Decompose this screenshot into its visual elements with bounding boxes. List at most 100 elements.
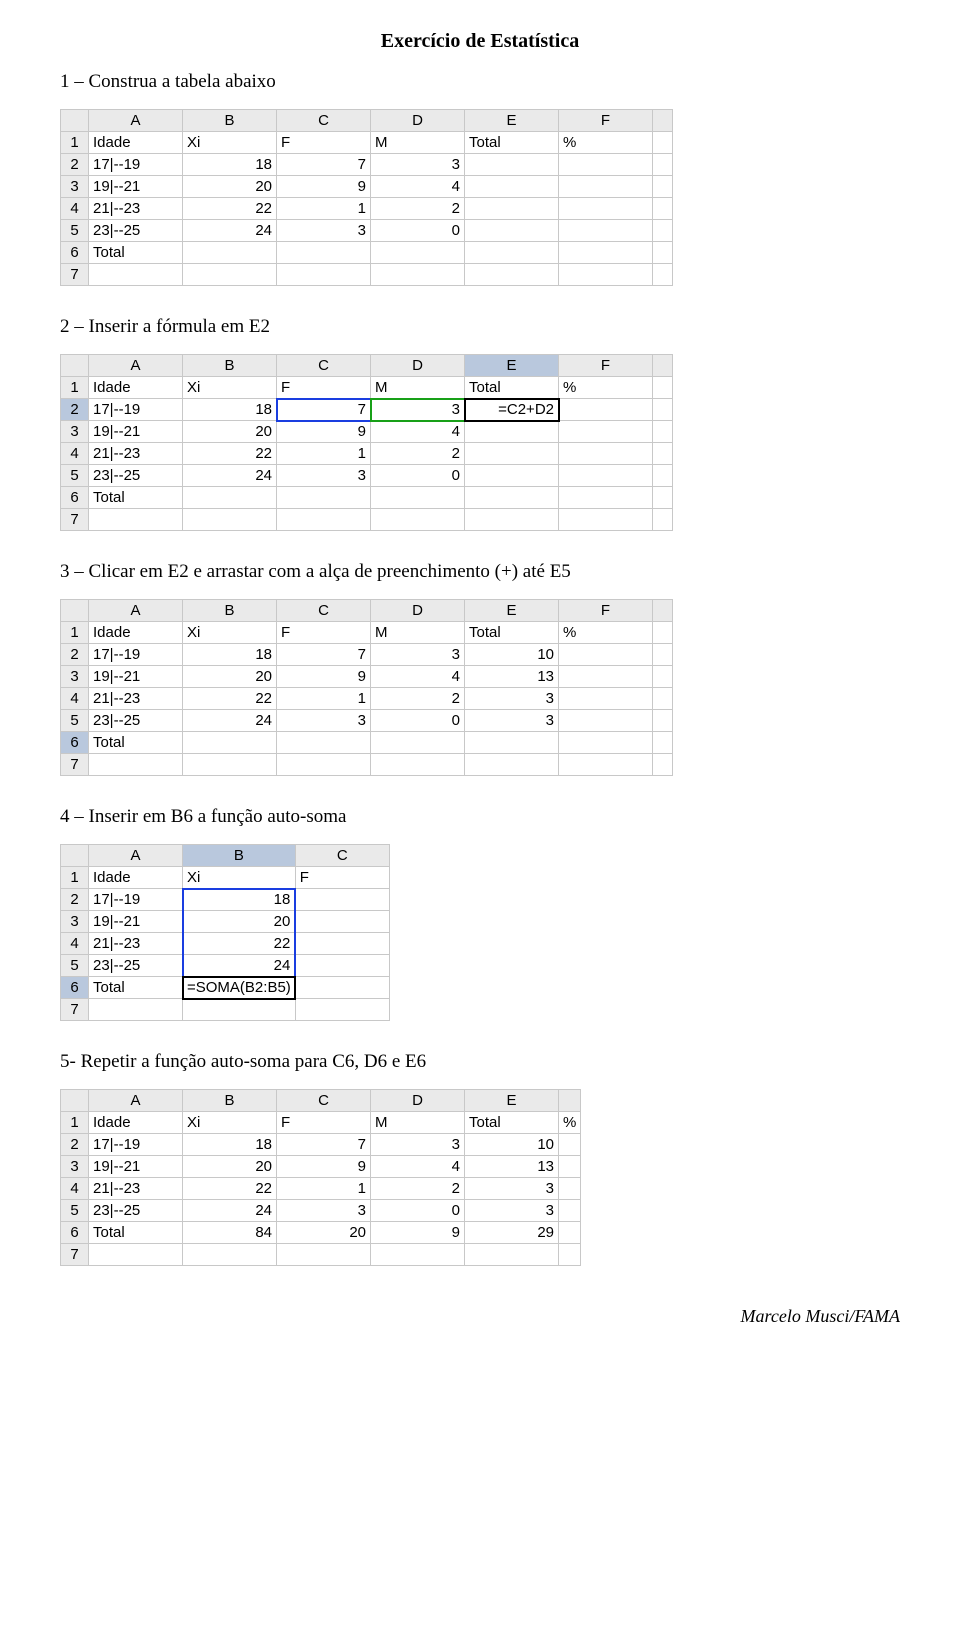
cell[interactable]: 7 — [277, 1134, 371, 1156]
cell-range[interactable]: 20 — [183, 911, 296, 933]
cell[interactable] — [653, 732, 673, 754]
cell[interactable]: 21|--23 — [89, 198, 183, 220]
cell[interactable] — [465, 509, 559, 531]
col-header[interactable]: D — [371, 110, 465, 132]
cell[interactable] — [183, 754, 277, 776]
row-header[interactable]: 1 — [61, 377, 89, 399]
cell[interactable]: Total — [465, 377, 559, 399]
cell[interactable]: Total — [465, 1112, 559, 1134]
cell[interactable]: 3 — [465, 710, 559, 732]
cell[interactable] — [371, 1244, 465, 1266]
cell[interactable] — [465, 198, 559, 220]
cell[interactable] — [183, 264, 277, 286]
row-header[interactable]: 2 — [61, 644, 89, 666]
cell[interactable]: 19|--21 — [89, 911, 183, 933]
cell[interactable]: 20 — [183, 421, 277, 443]
cell[interactable] — [89, 264, 183, 286]
cell[interactable]: 3 — [465, 1200, 559, 1222]
cell[interactable]: 4 — [371, 176, 465, 198]
cell[interactable]: 0 — [371, 710, 465, 732]
cell[interactable] — [559, 487, 653, 509]
cell[interactable]: 1 — [277, 688, 371, 710]
cell[interactable]: F — [277, 622, 371, 644]
cell[interactable]: 9 — [277, 421, 371, 443]
cell[interactable]: Total — [89, 732, 183, 754]
cell[interactable] — [653, 443, 673, 465]
cell[interactable]: % — [559, 1112, 581, 1134]
row-header[interactable]: 5 — [61, 955, 89, 977]
col-header-partial[interactable] — [653, 110, 673, 132]
cell[interactable]: 19|--21 — [89, 1156, 183, 1178]
cell[interactable]: Idade — [89, 622, 183, 644]
cell[interactable]: Idade — [89, 132, 183, 154]
cell[interactable] — [465, 154, 559, 176]
cell[interactable]: % — [559, 377, 653, 399]
col-header[interactable]: C — [277, 355, 371, 377]
col-header-partial[interactable] — [653, 355, 673, 377]
cell[interactable]: 17|--19 — [89, 1134, 183, 1156]
cell[interactable]: 18 — [183, 399, 277, 421]
col-header[interactable]: A — [89, 845, 183, 867]
cell[interactable]: 1 — [277, 198, 371, 220]
cell[interactable] — [371, 242, 465, 264]
cell[interactable] — [653, 688, 673, 710]
cell[interactable]: Xi — [183, 132, 277, 154]
cell[interactable] — [89, 509, 183, 531]
cell[interactable]: Idade — [89, 1112, 183, 1134]
row-header[interactable]: 2 — [61, 1134, 89, 1156]
cell[interactable] — [653, 754, 673, 776]
cell[interactable]: Idade — [89, 867, 183, 889]
row-header[interactable]: 5 — [61, 710, 89, 732]
cell[interactable]: 3 — [465, 688, 559, 710]
cell[interactable]: 0 — [371, 1200, 465, 1222]
cell[interactable] — [653, 509, 673, 531]
cell[interactable] — [653, 710, 673, 732]
cell[interactable]: 4 — [371, 666, 465, 688]
cell[interactable]: Total — [89, 487, 183, 509]
cell[interactable] — [277, 509, 371, 531]
cell[interactable]: 9 — [277, 176, 371, 198]
cell[interactable]: 23|--25 — [89, 465, 183, 487]
cell[interactable]: 20 — [183, 176, 277, 198]
row-header[interactable]: 4 — [61, 443, 89, 465]
cell[interactable]: 24 — [183, 220, 277, 242]
cell[interactable] — [653, 154, 673, 176]
cell[interactable]: M — [371, 622, 465, 644]
row-header[interactable]: 5 — [61, 220, 89, 242]
cell[interactable]: 17|--19 — [89, 889, 183, 911]
cell[interactable]: 20 — [183, 666, 277, 688]
cell[interactable]: 24 — [183, 465, 277, 487]
cell[interactable] — [559, 1178, 581, 1200]
cell[interactable]: Xi — [183, 622, 277, 644]
cell[interactable]: 3 — [277, 220, 371, 242]
col-header-partial[interactable] — [653, 600, 673, 622]
cell[interactable] — [559, 443, 653, 465]
row-header[interactable]: 3 — [61, 666, 89, 688]
cell[interactable] — [559, 754, 653, 776]
col-header[interactable]: B — [183, 110, 277, 132]
cell[interactable] — [559, 688, 653, 710]
cell[interactable]: 21|--23 — [89, 1178, 183, 1200]
cell[interactable] — [371, 754, 465, 776]
cell[interactable]: 20 — [277, 1222, 371, 1244]
row-header[interactable]: 4 — [61, 933, 89, 955]
row-header[interactable]: 3 — [61, 421, 89, 443]
cell[interactable]: 24 — [183, 1200, 277, 1222]
cell[interactable] — [465, 264, 559, 286]
cell[interactable]: 22 — [183, 443, 277, 465]
col-header[interactable]: C — [277, 110, 371, 132]
cell[interactable] — [465, 1244, 559, 1266]
cell[interactable] — [559, 710, 653, 732]
cell[interactable]: F — [277, 377, 371, 399]
cell[interactable]: 24 — [183, 710, 277, 732]
cell[interactable] — [183, 242, 277, 264]
cell[interactable]: % — [559, 132, 653, 154]
cell[interactable] — [371, 732, 465, 754]
cell[interactable] — [653, 399, 673, 421]
cell[interactable] — [295, 955, 389, 977]
cell[interactable]: 4 — [371, 421, 465, 443]
cell[interactable] — [277, 732, 371, 754]
cell[interactable] — [295, 889, 389, 911]
row-header[interactable]: 4 — [61, 688, 89, 710]
corner-cell[interactable] — [61, 845, 89, 867]
